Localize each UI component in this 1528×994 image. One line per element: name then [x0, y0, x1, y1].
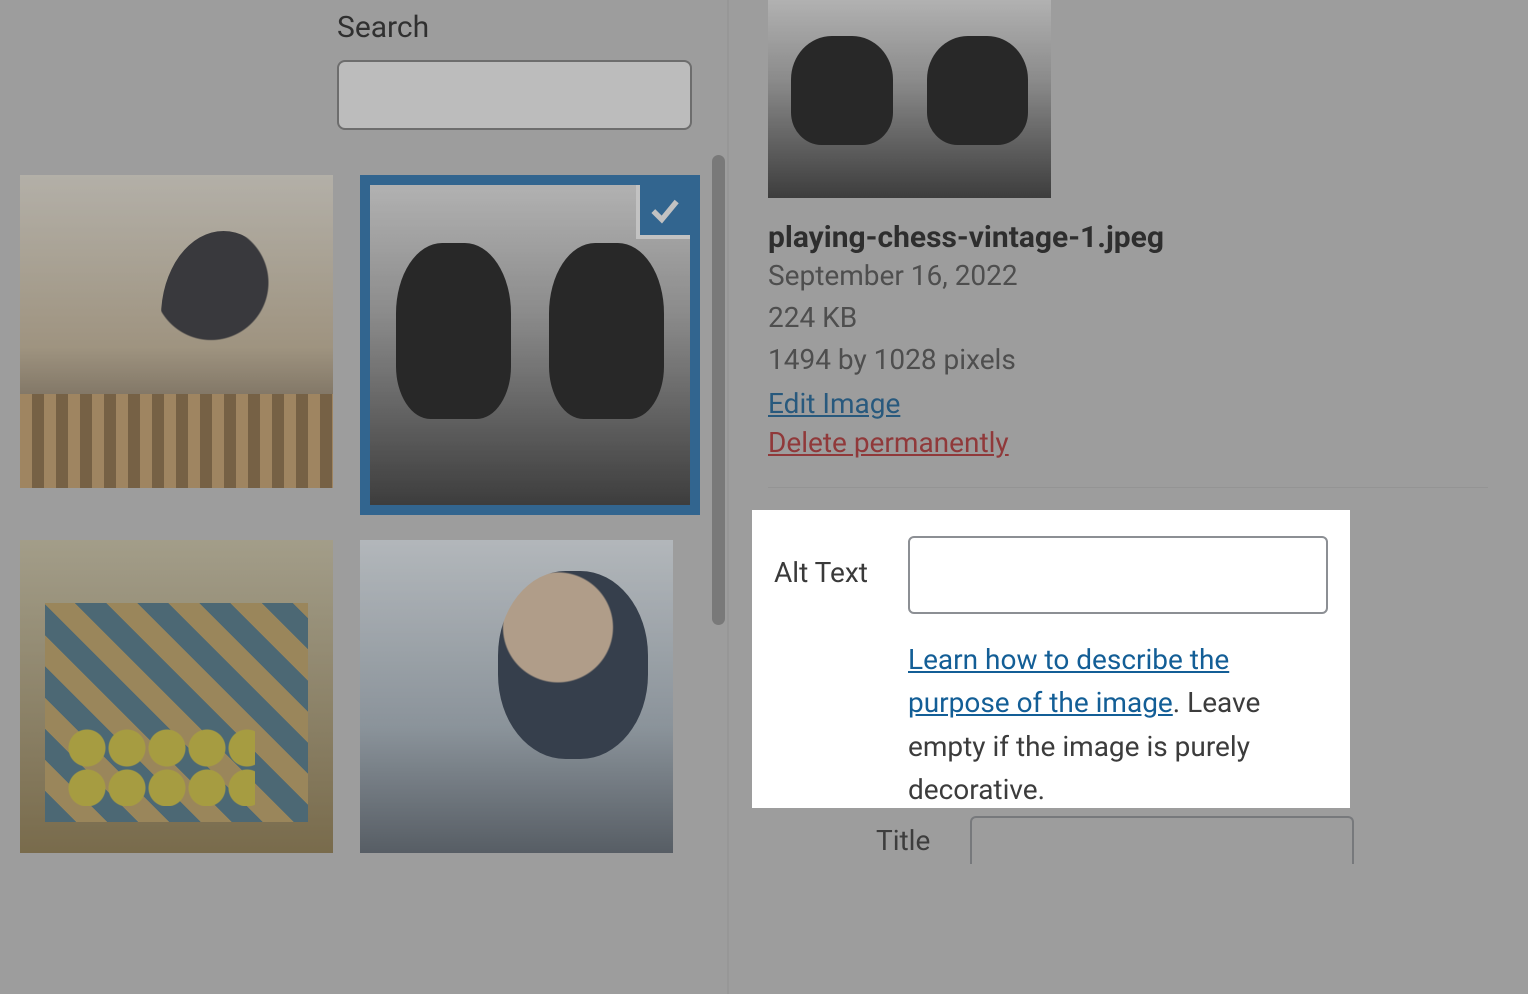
thumbnail-image [360, 540, 673, 853]
alt-text-hint: Learn how to describe the purpose of the… [908, 638, 1328, 812]
attachment-filename: playing-chess-vintage-1.jpeg [768, 220, 1488, 255]
separator [768, 487, 1488, 488]
media-thumb[interactable] [20, 540, 333, 853]
selected-check-icon[interactable] [636, 181, 694, 239]
thumbnail-image [20, 540, 333, 853]
alt-text-label: Alt Text [774, 536, 882, 589]
title-label: Title [876, 824, 930, 857]
alt-text-input[interactable] [908, 536, 1328, 614]
panel-divider [727, 0, 729, 994]
title-input[interactable] [970, 816, 1354, 864]
delete-permanently-link[interactable]: Delete permanently [768, 426, 1488, 459]
edit-image-link[interactable]: Edit Image [768, 387, 900, 420]
scrollbar-thumb[interactable] [712, 155, 725, 625]
alt-text-row: Alt Text Learn how to describe the purpo… [774, 536, 1328, 812]
search-label: Search [337, 10, 692, 45]
attachment-filesize: 224 KB [768, 297, 1488, 339]
attachment-preview [768, 0, 1051, 198]
attachment-dimensions: 1494 by 1028 pixels [768, 339, 1488, 381]
alt-text-body: Learn how to describe the purpose of the… [908, 536, 1328, 812]
preview-image [768, 0, 1051, 198]
search-wrap: Search [337, 10, 692, 130]
thumbnail-image [20, 175, 333, 488]
search-input[interactable] [337, 60, 692, 130]
attachment-date: September 16, 2022 [768, 255, 1488, 297]
media-thumb-selected[interactable] [360, 175, 700, 515]
alt-text-highlight: Alt Text Learn how to describe the purpo… [752, 510, 1350, 808]
media-thumb[interactable] [360, 540, 673, 853]
media-library-panel: Search [0, 0, 720, 994]
media-thumb[interactable] [20, 175, 333, 488]
title-row: Title [876, 816, 1354, 864]
media-grid [20, 175, 710, 853]
